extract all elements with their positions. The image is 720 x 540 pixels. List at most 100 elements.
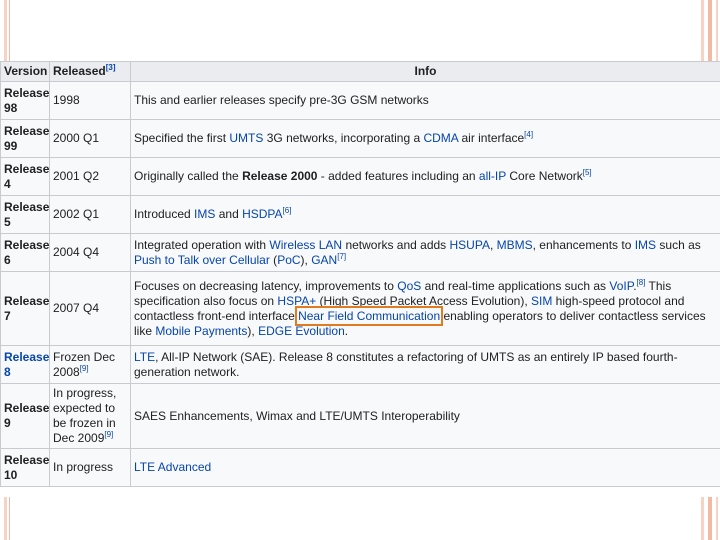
info-link[interactable]: SIM <box>531 294 552 308</box>
released-date: 2000 Q1 <box>53 131 100 145</box>
version-label: Release <box>4 401 50 415</box>
info-text: . <box>344 323 349 338</box>
released-cell: 2002 Q1 <box>49 195 131 234</box>
released-cell: 2007 Q4 <box>49 271 131 346</box>
decorative-border-bar <box>716 497 718 540</box>
info-text: (High Speed Packet Access Evolution), <box>316 293 531 308</box>
info-link[interactable]: UMTS <box>229 131 263 145</box>
info-text: such as <box>656 237 701 252</box>
reference-link[interactable]: [6] <box>283 206 292 215</box>
info-link[interactable]: IMS <box>635 238 656 252</box>
table-row: Release 10 In progress LTE Advanced <box>0 448 720 487</box>
info-link[interactable]: CDMA <box>423 131 458 145</box>
released-cell: In progress <box>49 448 131 487</box>
column-header-info[interactable]: Info <box>130 61 720 82</box>
decorative-border-bar <box>9 0 10 62</box>
version-cell: Release 10 <box>0 448 50 487</box>
reference-link[interactable]: [9] <box>104 430 113 439</box>
table-row: Release 98 1998 This and earlier releases s… <box>0 81 720 120</box>
table-body: Release 98 1998 This and earlier releases s… <box>0 81 720 487</box>
info-cell: Specified the first UMTS 3G networks, in… <box>130 119 720 158</box>
version-cell: Release 7 <box>0 271 50 346</box>
info-cell: Originally called the Release 2000 - add… <box>130 157 720 196</box>
version-cell: Release 4 <box>0 157 50 196</box>
info-link[interactable]: Mobile Payments <box>155 324 247 338</box>
version-label: Release <box>4 123 50 138</box>
reference-link[interactable]: [9] <box>80 364 89 373</box>
version-label: Release <box>4 85 50 100</box>
info-link[interactable]: LTE Advanced <box>134 460 211 474</box>
info-link[interactable]: HSDPA <box>242 207 282 221</box>
column-header-version[interactable]: Version <box>0 61 50 82</box>
version-number: 9 <box>4 416 11 430</box>
version-cell: Release 6 <box>0 233 50 272</box>
version-number: 7 <box>4 308 11 323</box>
info-link[interactable]: MBMS <box>497 238 533 252</box>
info-text: Introduced <box>134 207 195 221</box>
release-table: Version Released[3] Info Release 98 1998 Th… <box>0 61 720 487</box>
reference-link[interactable]: [7] <box>337 252 346 261</box>
info-link[interactable]: LTE <box>134 350 155 364</box>
table-row: Release 7 2007 Q4 Focuses on decreasing lat… <box>0 271 720 346</box>
column-header-released-label: Released <box>53 64 106 78</box>
info-text: Integrated operation with <box>134 237 270 252</box>
info-text: 3G networks, incorporating a <box>263 131 424 145</box>
info-link[interactable]: IMS <box>194 207 215 221</box>
decorative-border-bar <box>701 497 704 540</box>
version-label: Release <box>4 199 50 214</box>
info-link[interactable]: Push to Talk over Cellular <box>134 253 270 267</box>
version-cell: Release 5 <box>0 195 50 234</box>
info-cell: This and earlier releases specify pre-3G… <box>130 81 720 120</box>
info-text: Focuses on decreasing latency, improveme… <box>134 278 398 293</box>
table-row: Release 9 In progress, expected to be froz… <box>0 383 720 449</box>
info-text: SAES Enhancements, Wimax and LTE/UMTS In… <box>134 408 460 423</box>
info-link[interactable]: GAN <box>311 253 337 267</box>
reference-link[interactable]: [5] <box>583 168 592 177</box>
info-cell: Integrated operation with Wireless LAN n… <box>130 233 720 272</box>
table-row: Release 5 2002 Q1 Introduced IMS and HSDPA[… <box>0 195 720 234</box>
version-label: Release <box>4 237 50 252</box>
info-text: Specified the first <box>134 131 230 145</box>
reference-link[interactable]: [3] <box>106 63 116 72</box>
released-cell: 1998 <box>49 81 131 120</box>
info-link[interactable]: QoS <box>397 279 421 293</box>
info-text: Originally called the <box>134 169 243 183</box>
reference-link[interactable]: [4] <box>524 130 533 139</box>
column-header-released[interactable]: Released[3] <box>49 61 131 82</box>
info-link[interactable]: PoC <box>277 253 300 267</box>
info-link[interactable]: VoIP <box>609 279 633 293</box>
version-number: 6 <box>4 252 11 267</box>
version-number: 99 <box>4 138 18 153</box>
info-cell: LTE, All-IP Network (SAE). Release 8 con… <box>130 345 720 384</box>
info-text: This and earlier releases specify pre-3G… <box>134 93 429 107</box>
info-cell: Focuses on decreasing latency, improveme… <box>130 271 720 346</box>
version-cell[interactable]: Release 8 <box>0 345 50 384</box>
released-date: In progress <box>53 460 114 474</box>
decorative-border-bar <box>701 0 704 62</box>
info-link[interactable]: Wireless LAN <box>269 238 342 252</box>
released-cell: 2000 Q1 <box>49 119 131 158</box>
decorative-border-bar <box>9 497 10 540</box>
table-row: Release 99 2000 Q1 Specified the first UMTS… <box>0 119 720 158</box>
info-cell: Introduced IMS and HSDPA[6] <box>130 195 720 234</box>
released-cell: 2001 Q2 <box>49 157 131 196</box>
version-cell: Release 99 <box>0 119 50 158</box>
info-text: Core Network <box>506 169 583 183</box>
info-link[interactable]: HSPA+ <box>277 294 316 308</box>
released-date: 2001 Q2 <box>53 169 100 183</box>
info-text: , <box>489 237 497 252</box>
info-cell: SAES Enhancements, Wimax and LTE/UMTS In… <box>130 383 720 449</box>
info-link[interactable]: all-IP <box>479 169 506 183</box>
bold-text: Release 2000 <box>242 169 318 183</box>
highlighted-link[interactable]: Near Field Communication <box>295 305 444 326</box>
released-cell: 2004 Q4 <box>49 233 131 272</box>
info-link[interactable]: EDGE Evolution <box>258 324 345 338</box>
released-date: 2002 Q1 <box>53 207 100 221</box>
version-number: 8 <box>4 364 11 379</box>
version-cell: Release 98 <box>0 81 50 120</box>
info-text: networks and adds <box>342 237 450 252</box>
released-date: 1998 <box>53 93 80 107</box>
version-number: 4 <box>4 176 11 191</box>
info-link[interactable]: HSUPA <box>450 238 490 252</box>
table-row: Release 6 2004 Q4 Integrated operation with… <box>0 233 720 272</box>
